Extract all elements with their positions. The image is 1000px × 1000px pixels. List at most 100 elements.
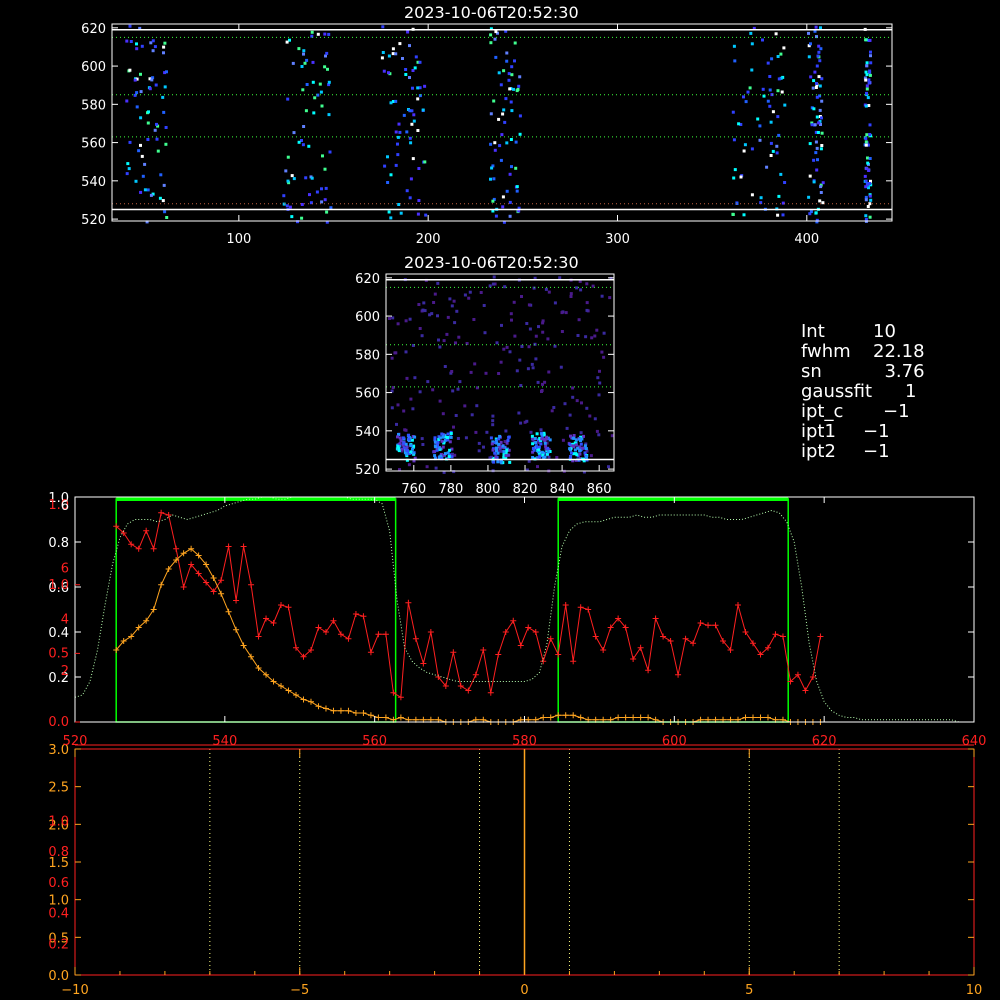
mid-spectrum-pixel xyxy=(575,399,579,403)
mid-spectrum-pixel xyxy=(432,301,436,304)
top-spectrum-pixel xyxy=(162,110,166,114)
top-spectrum-pixel xyxy=(864,185,868,189)
top-spectrum-pixel xyxy=(302,125,306,128)
top-spectrum-pixel xyxy=(134,179,138,183)
mid-spectrum-pixel xyxy=(500,323,503,327)
top-spectrum-pixel xyxy=(776,89,780,93)
mid-spectrum-pixel xyxy=(428,313,432,317)
mid-spectrum-pixel xyxy=(561,438,565,442)
mid-spectrum-pixel xyxy=(525,322,529,325)
top-spectrum-pixel xyxy=(748,86,752,90)
mid-bright-pixel xyxy=(490,442,494,446)
top-spectrum-pixel xyxy=(489,142,493,146)
top-spectrum-pixel xyxy=(323,198,327,202)
top-spectrum-pixel xyxy=(867,81,871,85)
top-spectrum-pixel xyxy=(302,52,305,56)
top-spectrum-pixel xyxy=(518,132,522,136)
top-spectrum-pixel xyxy=(817,121,821,125)
top-spectrum-pixel xyxy=(128,24,132,28)
top-spectrum-pixel xyxy=(807,55,811,59)
top-spectrum-pixel xyxy=(162,183,166,187)
top-spectrum-pixel xyxy=(387,210,391,214)
mid-spectrum-pixel xyxy=(600,350,604,354)
mid-spectrum-pixel xyxy=(519,384,523,387)
top-spectrum-pixel xyxy=(404,73,408,76)
mid-spectrum-pixel xyxy=(597,393,601,397)
top-spectrum-pixel xyxy=(750,147,754,151)
top-spectrum-pixel xyxy=(391,47,395,51)
series-point-orange xyxy=(742,714,749,721)
top-spectrum-pixel xyxy=(386,155,389,159)
top-spectrum-pixel xyxy=(161,199,165,203)
top-spectrum-pixel xyxy=(782,46,786,50)
mid-spectrum-pixel xyxy=(508,350,512,354)
mid-spectrum-pixel xyxy=(534,357,538,361)
top-spectrum-pixel xyxy=(147,110,150,114)
mid-bright-pixel xyxy=(409,443,413,447)
spectrum-y-tick-label: 0.4 xyxy=(48,626,69,641)
top-spectrum-pixel xyxy=(423,84,427,88)
top-spectrum-pixel xyxy=(325,51,329,55)
top-spectrum-pixel xyxy=(769,141,773,145)
mid-y-tick-label: 560 xyxy=(355,387,380,402)
top-spectrum-pixel xyxy=(162,45,166,49)
series-point-red xyxy=(225,543,232,550)
top-spectrum-pixel xyxy=(424,213,428,217)
mid-bright-pixel xyxy=(534,441,538,445)
series-point-red xyxy=(742,629,749,635)
mid-spectrum-pixel xyxy=(388,317,391,320)
top-spectrum-pixel xyxy=(165,70,168,74)
top-spectrum-pixel xyxy=(508,200,512,204)
top-spectrum-pixel xyxy=(868,69,872,73)
top-spectrum-pixel xyxy=(292,131,296,135)
mid-bright-pixel xyxy=(502,450,506,454)
plot-canvas: 100 200 300 400520540560580600620760 780 800 8… xyxy=(48,22,986,998)
mid-bright-pixel xyxy=(397,448,401,452)
bottom-x-tick-label: 5 xyxy=(745,983,753,998)
mid-x-tick-label: 860 xyxy=(587,482,612,497)
top-spectrum-pixel xyxy=(809,42,812,46)
mid-spectrum-pixel xyxy=(598,381,602,385)
top-y-tick-label: 620 xyxy=(81,22,106,37)
mid-spectrum-pixel xyxy=(443,365,447,368)
top-y-tick-label: 520 xyxy=(81,213,106,228)
series-point-orange xyxy=(645,714,652,721)
series-point-orange xyxy=(285,687,292,694)
series-point-red xyxy=(135,545,142,552)
mid-spectrum-pixel xyxy=(420,334,424,338)
mid-bright-pixel xyxy=(576,446,580,450)
top-spectrum-pixel xyxy=(493,148,497,152)
top-spectrum-pixel xyxy=(399,211,403,215)
mid-spectrum-pixel xyxy=(569,295,573,298)
mid-spectrum-pixel xyxy=(509,312,513,316)
mid-bright-pixel xyxy=(411,451,415,455)
mid-spectrum-pixel xyxy=(451,389,455,393)
mid-spectrum-pixel xyxy=(404,319,408,323)
mid-spectrum-pixel xyxy=(534,334,538,338)
top-spectrum-pixel xyxy=(494,55,498,59)
bottom-x-tick-label: −5 xyxy=(290,983,309,998)
mid-spectrum-pixel xyxy=(390,356,394,360)
top-spectrum-pixel xyxy=(818,199,822,203)
top-spectrum-pixel xyxy=(323,167,327,171)
mid-bright-pixel xyxy=(544,444,548,448)
series-point-red xyxy=(592,633,599,640)
top-spectrum-pixel xyxy=(158,196,162,200)
top-spectrum-pixel xyxy=(139,116,143,120)
top-spectrum-pixel xyxy=(781,213,785,217)
top-spectrum-pixel xyxy=(135,105,139,109)
bottom-red-y-tick-label: 0.6 xyxy=(48,876,69,891)
mid-bright-pixel xyxy=(446,432,450,436)
series-point-orange xyxy=(345,707,352,714)
series-point-red xyxy=(487,689,494,696)
mid-spectrum-pixel xyxy=(518,358,522,362)
series-point-red xyxy=(675,671,682,678)
top-spectrum-pixel xyxy=(775,144,779,148)
top-spectrum-pixel xyxy=(770,57,774,61)
series-point-red xyxy=(472,671,479,678)
top-spectrum-pixel xyxy=(416,86,420,90)
top-spectrum-pixel xyxy=(135,42,138,46)
top-spectrum-pixel xyxy=(313,96,317,100)
mid-bright-pixel xyxy=(448,440,452,444)
top-spectrum-pixel xyxy=(307,144,311,148)
